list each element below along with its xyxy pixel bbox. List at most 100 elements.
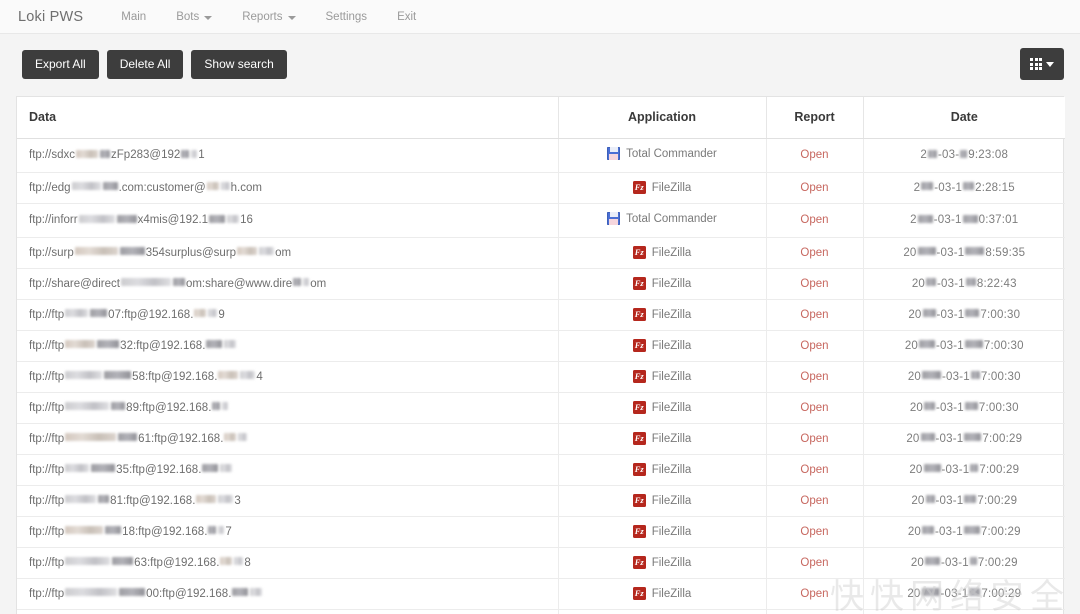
open-report-link[interactable]: Open bbox=[800, 309, 828, 321]
redacted-text bbox=[65, 588, 118, 597]
open-report-link[interactable]: Open bbox=[800, 557, 828, 569]
cell-date: 20 -03-1 7:00:30 bbox=[863, 299, 1065, 331]
cell-date: 20 -03-1 7:00:30 bbox=[863, 361, 1065, 393]
cell-report: Open bbox=[766, 392, 864, 424]
redacted-text bbox=[926, 278, 937, 287]
text-fragment: om bbox=[275, 246, 292, 259]
nav-item-settings[interactable]: Settings bbox=[326, 11, 368, 23]
column-header-data[interactable]: Data bbox=[17, 97, 559, 139]
open-report-link[interactable]: Open bbox=[800, 340, 828, 352]
open-report-link[interactable]: Open bbox=[800, 247, 828, 259]
cell-date: 20 -03-1 7:00:29 bbox=[863, 547, 1065, 579]
nav-item-reports[interactable]: Reports bbox=[242, 11, 296, 23]
cell-data: ftp://ftp03:ftp@192.168. bbox=[17, 609, 559, 614]
redacted-text bbox=[206, 340, 223, 349]
cell-report: Open bbox=[766, 203, 864, 238]
table-row: ftp://surp 354surplus@surp om Fz FileZilla Op… bbox=[17, 237, 1065, 269]
redacted-text bbox=[65, 495, 97, 504]
table-row: ftp://edg .com:customer@ h.com Fz FileZilla O… bbox=[17, 172, 1065, 204]
total-commander-icon bbox=[607, 212, 621, 225]
open-report-link[interactable]: Open bbox=[800, 402, 828, 414]
open-report-link[interactable]: Open bbox=[800, 588, 828, 600]
table-row: ftp://ftp 07:ftp@192.168. 9 Fz FileZilla Open… bbox=[17, 299, 1065, 331]
cell-date: 20 -03-1 7:00:29 bbox=[863, 516, 1065, 548]
app-brand[interactable]: Loki PWS bbox=[18, 9, 83, 25]
column-header-date[interactable]: Date bbox=[863, 97, 1065, 139]
cell-date: 20 -03-1 7:00:29 bbox=[863, 485, 1065, 517]
redacted-text bbox=[71, 182, 101, 191]
text-fragment: ftp://sdxc bbox=[29, 149, 76, 161]
application-label: FileZilla bbox=[651, 494, 692, 507]
redacted-text bbox=[97, 340, 120, 349]
text-fragment: 89:ftp@192.168. bbox=[126, 401, 212, 414]
application-badge: Total Commander bbox=[607, 212, 717, 225]
records-table: Data Application Report Date ftp://sdxc z… bbox=[17, 97, 1065, 614]
chevron-down-icon bbox=[287, 15, 296, 20]
redacted-text bbox=[91, 464, 116, 473]
redacted-text bbox=[237, 247, 258, 256]
table-row: ftp://ftp 89:ftp@192.168. Fz FileZilla Open 2… bbox=[17, 392, 1065, 424]
redacted-text bbox=[105, 526, 122, 535]
open-report-link[interactable]: Open bbox=[800, 214, 828, 226]
redacted-text bbox=[90, 309, 108, 318]
open-report-link[interactable]: Open bbox=[800, 278, 828, 290]
column-chooser-button[interactable] bbox=[1020, 48, 1064, 80]
redacted-text bbox=[220, 557, 233, 566]
redacted-text bbox=[65, 557, 111, 566]
delete-all-button[interactable]: Delete All bbox=[106, 50, 184, 79]
redacted-text bbox=[928, 149, 938, 158]
cell-data: ftp://ftp 07:ftp@192.168. 9 bbox=[17, 299, 559, 331]
redacted-text bbox=[259, 247, 275, 256]
redacted-text bbox=[917, 214, 933, 223]
text-fragment: 4 bbox=[256, 370, 263, 383]
show-search-button[interactable]: Show search bbox=[191, 50, 287, 79]
redacted-text bbox=[920, 433, 935, 442]
text-fragment: 61:ftp@192.168. bbox=[138, 432, 224, 445]
text-fragment: 7:00:29 bbox=[980, 525, 1021, 538]
text-fragment: 8:22:43 bbox=[976, 277, 1017, 290]
cell-application: FzFileZilla bbox=[558, 609, 767, 614]
application-badge: Fz FileZilla bbox=[632, 401, 691, 414]
text-fragment: -03-1 bbox=[941, 463, 970, 476]
open-report-link[interactable]: Open bbox=[800, 464, 828, 476]
redacted-text bbox=[224, 340, 237, 349]
filezilla-icon: Fz bbox=[632, 587, 646, 600]
text-fragment: 58:ftp@192.168. bbox=[132, 370, 218, 383]
redacted-text bbox=[209, 214, 226, 223]
navbar: Loki PWS Main Bots Reports Settings Exit bbox=[0, 0, 1080, 34]
text-fragment: 0:37:01 bbox=[978, 214, 1019, 226]
redacted-text bbox=[234, 557, 244, 566]
open-report-link[interactable]: Open bbox=[800, 433, 828, 445]
cell-data: ftp://inforr x4mis@192.1 16 bbox=[17, 203, 559, 238]
open-report-link[interactable]: Open bbox=[800, 371, 828, 383]
open-report-link[interactable]: Open bbox=[800, 526, 828, 538]
text-fragment: 20 bbox=[907, 525, 922, 538]
text-fragment: x4mis@192.1 bbox=[137, 214, 209, 226]
column-header-application[interactable]: Application bbox=[558, 97, 767, 139]
text-fragment: 7 bbox=[225, 525, 232, 538]
cell-date: 20 -03-1 7:00:29 bbox=[863, 578, 1065, 610]
redacted-text bbox=[208, 526, 217, 535]
column-header-report[interactable]: Report bbox=[766, 97, 864, 139]
open-report-link[interactable]: Open bbox=[800, 495, 828, 507]
export-all-button[interactable]: Export All bbox=[22, 50, 99, 79]
open-report-link[interactable]: Open bbox=[800, 149, 828, 161]
application-badge: Fz FileZilla bbox=[632, 181, 692, 194]
nav-item-exit[interactable]: Exit bbox=[397, 11, 416, 23]
redacted-text bbox=[969, 588, 981, 597]
filezilla-icon: Fz bbox=[632, 246, 646, 259]
application-badge: Fz FileZilla bbox=[632, 339, 691, 352]
open-report-link[interactable]: Open bbox=[800, 182, 828, 194]
redacted-text bbox=[65, 464, 90, 473]
application-label: FileZilla bbox=[651, 181, 692, 194]
nav-item-bots[interactable]: Bots bbox=[176, 11, 213, 23]
page-root: Loki PWS Main Bots Reports Settings Exit Exp… bbox=[0, 0, 1080, 614]
redacted-text bbox=[970, 464, 979, 473]
text-fragment: 16 bbox=[240, 214, 253, 226]
nav-item-main[interactable]: Main bbox=[121, 11, 146, 23]
text-fragment: 8 bbox=[244, 556, 251, 569]
cell-application: FzFileZilla bbox=[558, 299, 767, 331]
table-row: ftp://ftp 81:ftp@192.168. 3 Fz FileZilla Open… bbox=[17, 485, 1065, 517]
cell-report: Open bbox=[766, 172, 864, 204]
cell-data: ftp://surp 354surplus@surp om bbox=[17, 237, 559, 269]
